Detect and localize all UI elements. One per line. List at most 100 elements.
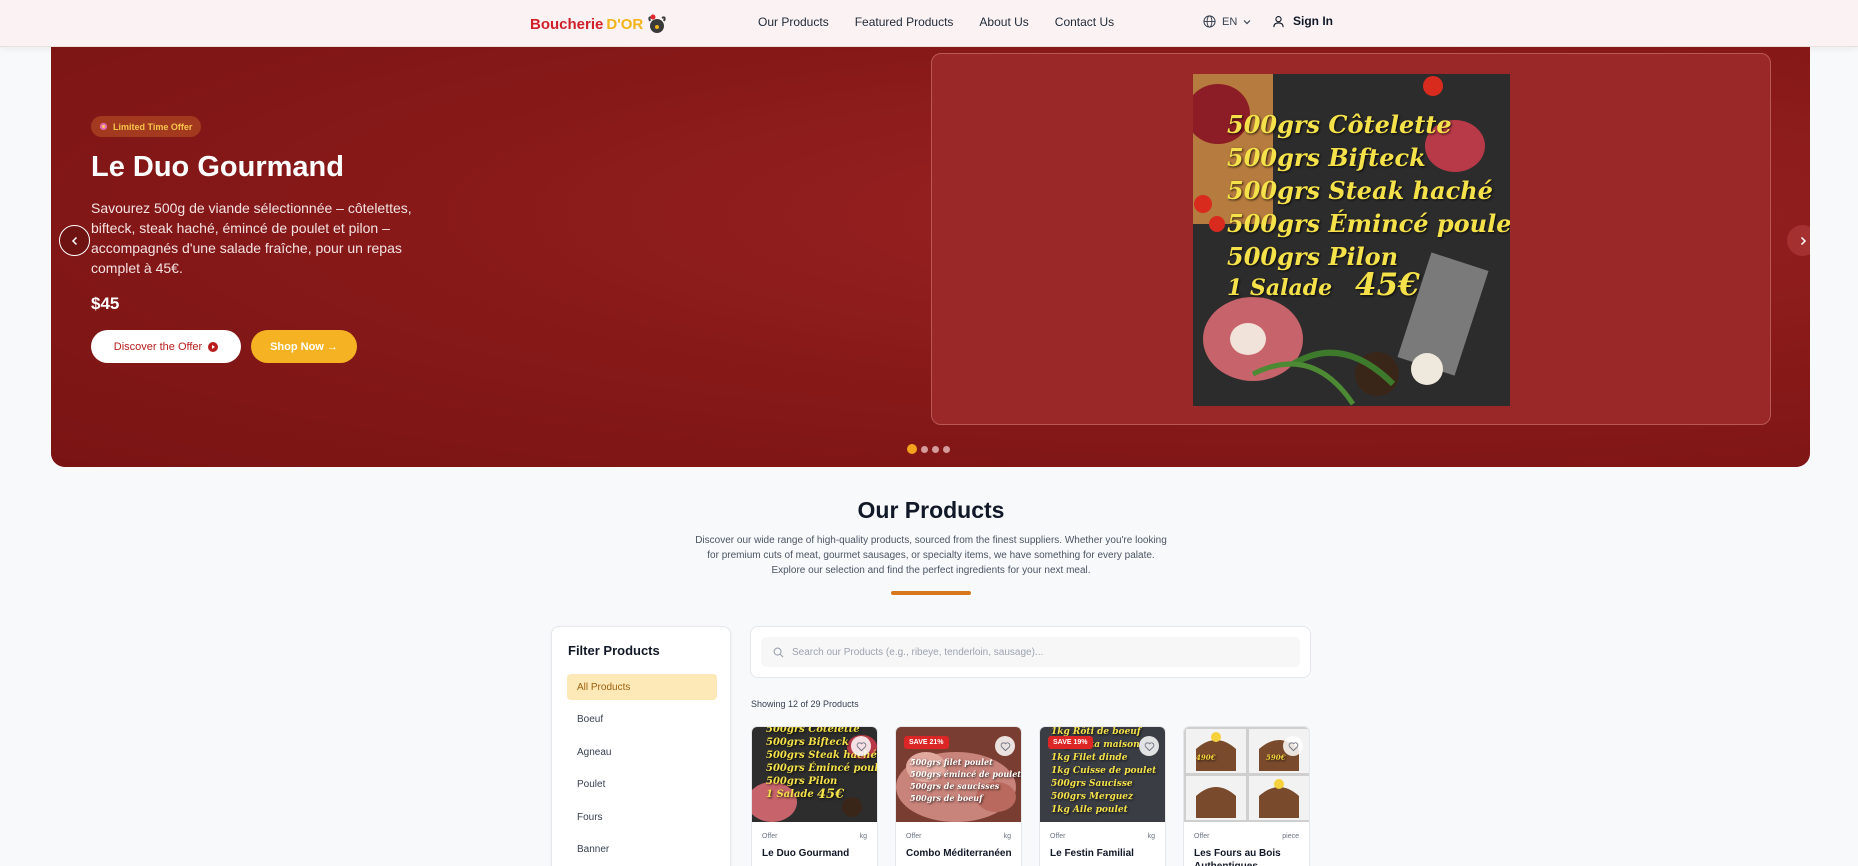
hero-description: Savourez 500g de viande sélectionnée – c… (91, 200, 412, 276)
product-image-line-4: 500grs de boeuf (910, 793, 983, 803)
language-label: EN (1222, 15, 1238, 28)
heart-icon (856, 741, 866, 751)
filter-fours[interactable]: Fours (567, 804, 717, 830)
limited-offer-badge: Limited Time Offer (91, 116, 202, 137)
user-icon (1273, 15, 1284, 27)
carousel-next-button[interactable] (1787, 225, 1810, 256)
badge-label: Limited Time Offer (113, 121, 193, 132)
heart-icon (1144, 741, 1154, 751)
product-category: Offer (1194, 833, 1210, 840)
sign-in-label: Sign In (1293, 14, 1333, 28)
product-image-price-1: 490€ (1196, 753, 1216, 762)
filter-boeuf[interactable]: Boeuf (567, 706, 717, 732)
nav-featured-products[interactable]: Featured Products (855, 15, 954, 29)
product-card[interactable]: 500grs Côtelette 500grs Bifteck 500grs S… (751, 726, 878, 866)
bull-logo-icon (646, 13, 668, 35)
product-image: 1kg Rôti de boeuf 1kg Kefta maison 1kg F… (1040, 727, 1165, 822)
hero-price: $45 (91, 294, 120, 313)
globe-icon (1203, 15, 1216, 28)
brand-name-part1: Boucherie (530, 15, 604, 33)
product-image-line-2: 500grs Bifteck (766, 737, 849, 748)
nav-links: Our Products Featured Products About Us … (758, 15, 1114, 29)
nav-our-products[interactable]: Our Products (758, 15, 829, 29)
product-image-line-4: 1kg Cuisse de poulet (1051, 766, 1157, 776)
carousel-dot-1[interactable] (907, 444, 917, 454)
hero-title: Le Duo Gourmand (91, 151, 344, 183)
product-name: Le Festin Familial (1050, 848, 1134, 859)
filter-poulet[interactable]: Poulet (567, 771, 717, 797)
heart-icon (1000, 741, 1010, 751)
hero-image-line-6: 1 Salade (1227, 275, 1333, 301)
product-image-line-7: 1kg Aile poulet (1051, 805, 1128, 815)
results-count: Showing 12 of 29 Products (751, 699, 859, 709)
product-image-line-5: 500grs Saucisse (1051, 779, 1133, 789)
brand-name-part2: D'OR (606, 15, 644, 33)
hero-product-image: 500grs Côtelette 500grs Bifteck 500grs S… (1193, 74, 1510, 406)
top-navbar: Boucherie D'OR Our Products Featured Pro… (0, 0, 1858, 47)
product-card[interactable]: 500grs filet poulet 500grs émincé de pou… (895, 726, 1022, 866)
carousel-dots (907, 444, 950, 454)
product-image-line-2: 500grs émincé de poulet (910, 769, 1021, 779)
brand-logo[interactable]: Boucherie D'OR (530, 10, 668, 38)
hero-carousel: Limited Time Offer Le Duo Gourmand Savou… (51, 47, 1810, 467)
sign-in-button[interactable]: Sign In (1272, 14, 1333, 28)
wishlist-button[interactable] (1139, 736, 1159, 756)
filter-panel: Filter Products All Products Boeuf Agnea… (551, 626, 731, 866)
search-icon (773, 647, 784, 657)
hero-image-panel: 500grs Côtelette 500grs Bifteck 500grs S… (931, 53, 1771, 425)
product-category: Offer (1050, 833, 1066, 840)
product-card[interactable]: 1kg Rôti de boeuf 1kg Kefta maison 1kg F… (1039, 726, 1166, 866)
nav-contact-us[interactable]: Contact Us (1055, 15, 1114, 29)
product-image-line-6: 1 Salade (766, 789, 814, 800)
search-box (761, 637, 1300, 667)
products-section-title: Our Products (857, 497, 1005, 523)
discount-badge: SAVE 19% (1048, 736, 1093, 749)
product-name: Le Duo Gourmand (762, 848, 850, 859)
section-divider (891, 591, 971, 595)
hero-image-price: 45€ (1355, 267, 1420, 303)
product-image: 500grs filet poulet 500grs émincé de pou… (896, 727, 1021, 822)
shop-now-button[interactable]: Shop Now → (251, 330, 357, 363)
product-image-line-3: 1kg Filet dinde (1051, 753, 1128, 763)
product-image-line-3: 500grs de saucisses (910, 781, 1000, 791)
product-card[interactable]: 490€ 590€ Offer piece Les Fours au Bois … (1183, 726, 1310, 866)
nav-about-us[interactable]: About Us (979, 15, 1028, 29)
product-category: Offer (906, 833, 922, 840)
product-image: 490€ 590€ (1184, 727, 1309, 822)
carousel-dot-2[interactable] (921, 445, 928, 453)
tag-icon (99, 122, 108, 131)
product-unit: kg (1003, 833, 1011, 840)
hero-image-line-4: 500grs Émincé poulet (1227, 209, 1510, 238)
products-section-description: Discover our wide range of high-quality … (695, 535, 1167, 576)
carousel-dot-4[interactable] (943, 445, 950, 453)
product-unit: kg (1147, 833, 1155, 840)
filter-agneau[interactable]: Agneau (567, 739, 717, 765)
filter-title: Filter Products (568, 643, 660, 658)
product-image-line-6: 500grs Merguez (1051, 792, 1134, 802)
discover-offer-button[interactable]: Discover the Offer (91, 330, 241, 363)
wishlist-button[interactable] (995, 736, 1015, 756)
discover-offer-label: Discover the Offer (113, 340, 203, 353)
carousel-prev-button[interactable] (59, 225, 90, 256)
product-image-price-2: 590€ (1266, 753, 1286, 762)
play-circle-icon (208, 341, 219, 352)
language-selector[interactable]: EN (1203, 15, 1251, 28)
discount-badge: SAVE 21% (904, 736, 949, 749)
product-image-line-5: 500grs Pilon (766, 776, 838, 787)
wishlist-button[interactable] (1283, 736, 1303, 756)
hero-image-line-3: 500grs Steak haché (1227, 176, 1493, 205)
hero-image-line-1: 500grs Côtelette (1227, 110, 1452, 139)
carousel-dot-3[interactable] (932, 445, 939, 453)
product-image-line-1: 500grs Côtelette (766, 727, 860, 735)
heart-icon (1288, 741, 1298, 751)
product-name: Combo Méditerranéen (906, 848, 1012, 859)
search-input[interactable] (792, 646, 1292, 658)
hero-image-line-2: 500grs Bifteck (1227, 143, 1426, 172)
product-unit: kg (859, 833, 867, 840)
wishlist-button[interactable] (851, 736, 871, 756)
chevron-left-icon (71, 236, 77, 245)
product-image-line-4: 500grs Émincé poulet (766, 763, 878, 774)
filter-all-products[interactable]: All Products (567, 674, 717, 700)
filter-banner[interactable]: Banner (567, 836, 717, 862)
product-image-line-1: 500grs filet poulet (910, 757, 993, 767)
